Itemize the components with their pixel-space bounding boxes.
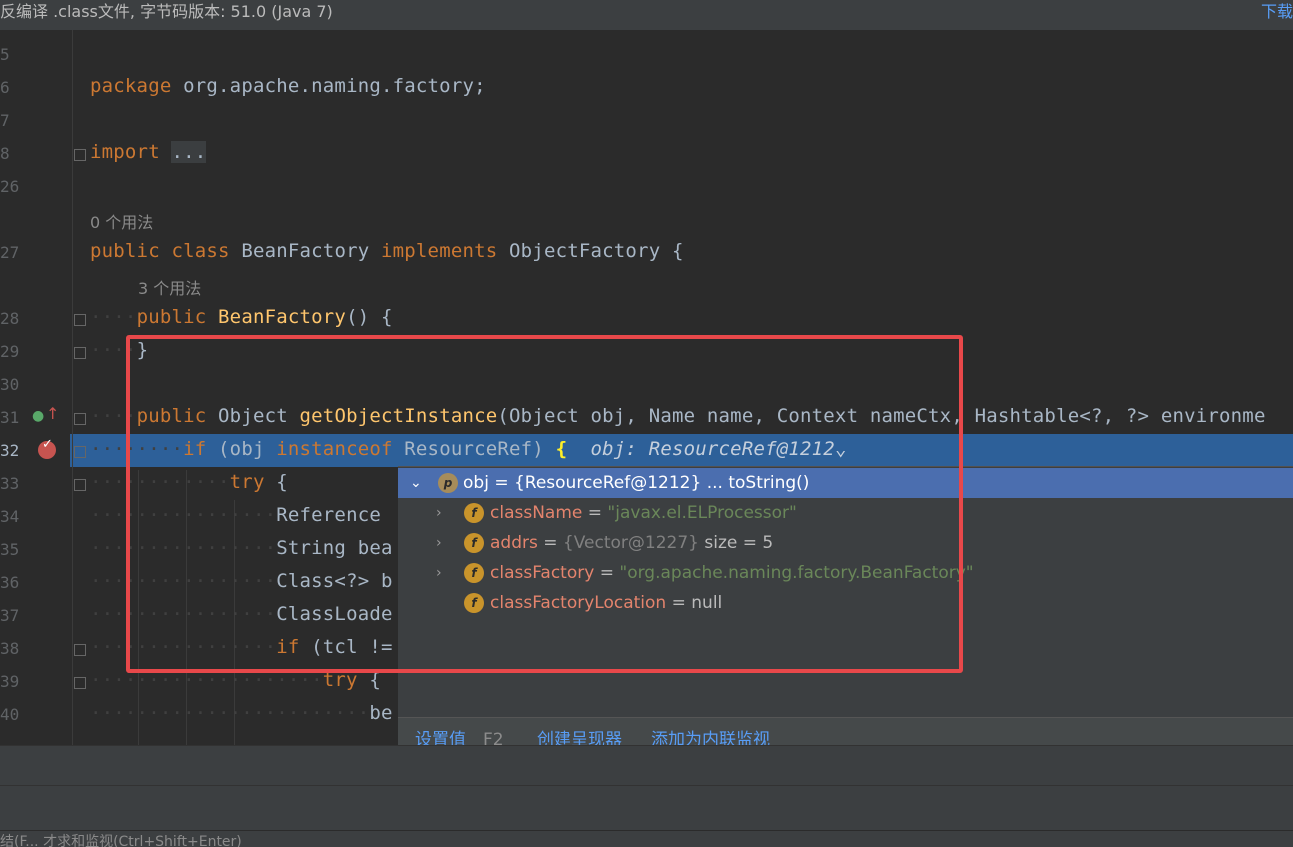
line-number: 36 — [0, 573, 20, 592]
override-arrow-icon[interactable]: ↑ — [46, 404, 59, 423]
line-number: 38 — [0, 639, 20, 658]
line-number: 7 — [0, 111, 10, 130]
line-number: 32 — [0, 441, 20, 460]
decompiled-class-banner: 反编译 .class文件, 字节码版本: 51.0 (Java 7) 下载 — [0, 0, 1293, 31]
fold-collapse-icon[interactable] — [74, 479, 86, 491]
fold-collapse-icon[interactable] — [74, 677, 86, 689]
fold-end-icon[interactable] — [74, 347, 86, 359]
line-number: 29 — [0, 342, 20, 361]
highlight-annotation-box — [126, 335, 963, 673]
usages-hint-class[interactable]: 0 个用法 — [90, 209, 153, 233]
banner-text: 反编译 .class文件, 字节码版本: 51.0 (Java 7) — [0, 2, 333, 21]
line-number: 30 — [0, 375, 20, 394]
line-number: 34 — [0, 507, 20, 526]
code-line-class-decl: public class BeanFactory implements Obje… — [90, 240, 684, 262]
line-number: 27 — [0, 243, 20, 262]
line-number: 26 — [0, 177, 20, 196]
status-hint-bar: 结(F... 才求和监视(Ctrl+Shift+Enter) — [0, 830, 1293, 847]
line-number: 37 — [0, 606, 20, 625]
implements-method-icon[interactable]: ● — [32, 408, 44, 424]
line-number: 33 — [0, 474, 20, 493]
line-number: 31 — [0, 408, 20, 427]
line-number: 39 — [0, 672, 20, 691]
fold-collapse-icon[interactable] — [74, 314, 86, 326]
line-number: 5 — [0, 45, 10, 64]
collapsed-imports[interactable]: ... — [171, 141, 207, 163]
line-number: 8 — [0, 144, 10, 163]
fold-collapse-icon[interactable] — [74, 446, 86, 458]
fold-collapse-icon[interactable] — [74, 413, 86, 425]
code-line-constructor: ····public BeanFactory() { — [90, 306, 393, 328]
code-line-40: ························be — [90, 702, 393, 724]
line-number: 40 — [0, 705, 20, 724]
code-line-import: import ... — [90, 141, 207, 163]
fold-expand-icon[interactable] — [74, 149, 86, 161]
code-line-package: package org.apache.naming.factory; — [90, 75, 486, 97]
line-number: 6 — [0, 78, 10, 97]
gutter-separator — [72, 30, 73, 745]
download-sources-link[interactable]: 下载 — [1261, 0, 1293, 24]
debug-panel-area — [0, 785, 1293, 831]
usages-hint-ctor[interactable]: 3 个用法 — [138, 275, 201, 299]
status-hint-text: 结(F... 才求和监视(Ctrl+Shift+Enter) — [0, 834, 242, 847]
breakpoint-verified-check-icon: ✓ — [42, 437, 53, 452]
line-number: 35 — [0, 540, 20, 559]
fold-collapse-icon[interactable] — [74, 644, 86, 656]
debug-toolbar-area — [0, 745, 1293, 786]
line-number: 28 — [0, 309, 20, 328]
